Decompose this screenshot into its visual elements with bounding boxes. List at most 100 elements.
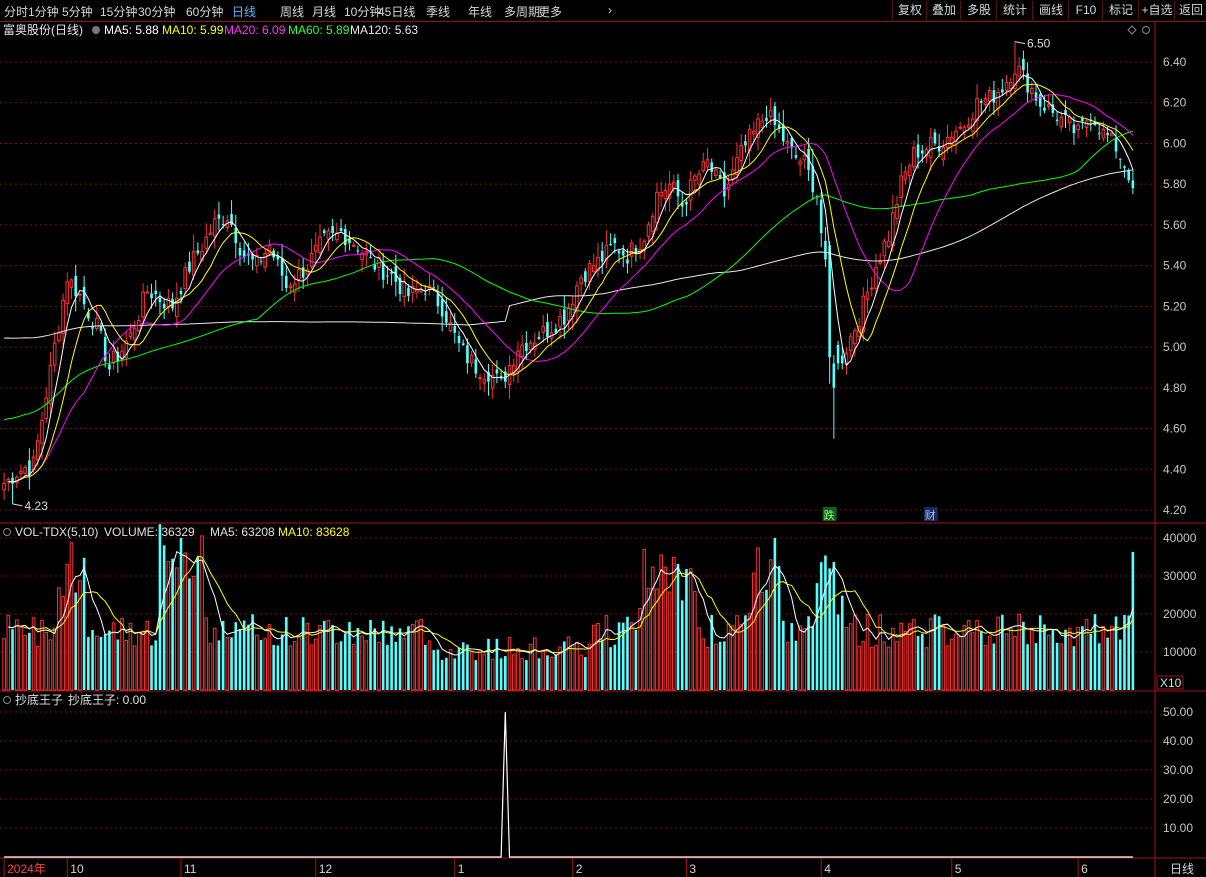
volume-bar <box>225 637 230 691</box>
toolbar-button[interactable]: 统计 <box>996 1 1033 20</box>
candle <box>663 182 668 212</box>
period-tab[interactable]: 月线 <box>312 3 336 20</box>
toolbar-button[interactable]: 叠加 <box>926 1 961 20</box>
candle <box>532 332 537 357</box>
indicator-dot-icon[interactable] <box>3 528 11 536</box>
volume-bar <box>886 646 891 691</box>
period-tab[interactable]: 45日线 <box>378 3 415 20</box>
candle <box>958 122 963 131</box>
volume-bar <box>255 634 259 691</box>
candle <box>596 242 600 278</box>
candle <box>996 87 1000 117</box>
candle <box>162 298 166 320</box>
period-tab[interactable]: 年线 <box>468 3 492 20</box>
indicator-dot-icon[interactable] <box>3 696 11 704</box>
volume-bar <box>832 561 836 690</box>
volume-bar <box>339 641 343 690</box>
volume-bar <box>1051 629 1055 690</box>
volume-bar <box>1106 637 1109 690</box>
event-tag[interactable]: 跌 <box>822 507 837 522</box>
volume-bar <box>402 637 407 691</box>
indicator-axis-tick: 10.00 <box>1163 821 1193 835</box>
candle <box>427 273 432 296</box>
period-tab[interactable]: 季线 <box>426 3 450 20</box>
date-label: 4 <box>824 862 831 876</box>
indicator-axis-tick: 40.00 <box>1163 734 1193 748</box>
candle <box>196 242 200 256</box>
volume-bar <box>532 637 537 691</box>
candle <box>1008 77 1013 97</box>
volume-bar <box>718 641 722 690</box>
volume-bar <box>394 641 398 690</box>
toolbar-button[interactable]: +自选 <box>1138 1 1175 20</box>
period-tab[interactable]: 5分钟 <box>62 3 93 20</box>
volume-bar <box>949 638 954 691</box>
toolbar-button[interactable]: F10 <box>1068 1 1103 20</box>
volume-bar <box>853 614 857 691</box>
volume-bar <box>756 547 760 691</box>
volume-bar <box>537 658 541 690</box>
candle <box>798 158 802 177</box>
period-tab[interactable]: 1分钟 <box>28 3 59 20</box>
candle <box>297 259 301 292</box>
candle <box>609 233 612 246</box>
volume-bar <box>891 627 895 691</box>
volume-bar <box>259 639 263 690</box>
indicator-dot-icon[interactable] <box>92 26 100 34</box>
volume-bar <box>230 637 233 690</box>
candle <box>987 86 992 112</box>
candle <box>381 252 385 289</box>
volume-bar <box>878 614 882 691</box>
volume-bar <box>99 636 103 690</box>
price-axis-tick: 4.40 <box>1163 462 1187 476</box>
candle <box>436 284 440 314</box>
candle <box>69 278 74 300</box>
candle <box>65 272 70 316</box>
diamond-icon[interactable] <box>1127 25 1137 35</box>
price-axis-tick: 6.40 <box>1163 55 1187 69</box>
toolbar-button[interactable]: 画线 <box>1032 1 1069 20</box>
toolbar-button[interactable]: 多股 <box>960 1 997 20</box>
circle-icon[interactable] <box>1142 26 1150 34</box>
volume-bar <box>685 568 688 690</box>
candle <box>575 280 579 324</box>
volume-bar <box>242 620 246 690</box>
candle <box>937 133 941 158</box>
period-tab[interactable]: 10分钟 <box>344 3 381 20</box>
candle <box>824 226 827 268</box>
volume-bar <box>549 656 554 691</box>
volume-bar <box>1026 644 1029 690</box>
candle <box>474 348 478 379</box>
date-label: 3 <box>689 862 696 876</box>
candle <box>280 243 284 292</box>
price-axis-tick: 4.60 <box>1163 422 1187 436</box>
period-tab[interactable]: 15分钟 <box>100 3 137 20</box>
candle <box>520 334 524 370</box>
volume-bar <box>116 639 120 690</box>
volume-bar <box>584 657 587 690</box>
toolbar-button[interactable]: 返回 <box>1174 1 1206 20</box>
event-tag[interactable]: 财 <box>923 507 938 522</box>
candle <box>6 477 11 492</box>
volume-bar <box>634 629 638 690</box>
period-tab[interactable]: 多周期 <box>504 3 540 20</box>
period-tab[interactable]: 日线 <box>232 3 256 20</box>
period-tab[interactable]: 30分钟 <box>138 3 175 20</box>
volume-bar <box>407 626 410 690</box>
volume-value: VOLUME: 36329 <box>104 525 195 539</box>
price-axis-tick: 6.00 <box>1163 136 1187 150</box>
candle <box>137 315 141 333</box>
period-tab[interactable]: 60分钟 <box>186 3 223 20</box>
volume-bar <box>613 644 617 690</box>
period-tab[interactable]: 更多 <box>538 3 562 20</box>
period-tab[interactable]: 分时 <box>4 3 28 20</box>
volume-bar <box>1101 625 1106 691</box>
chevron-right-icon[interactable]: › <box>608 3 612 17</box>
volume-bar <box>11 629 14 690</box>
period-tab[interactable]: 周线 <box>280 3 304 20</box>
candle <box>28 448 31 490</box>
toolbar-button[interactable]: 标记 <box>1102 1 1139 20</box>
toolbar-button[interactable]: 复权 <box>892 1 927 20</box>
volume-bar <box>1089 633 1093 690</box>
date-label: 6 <box>1081 862 1088 876</box>
